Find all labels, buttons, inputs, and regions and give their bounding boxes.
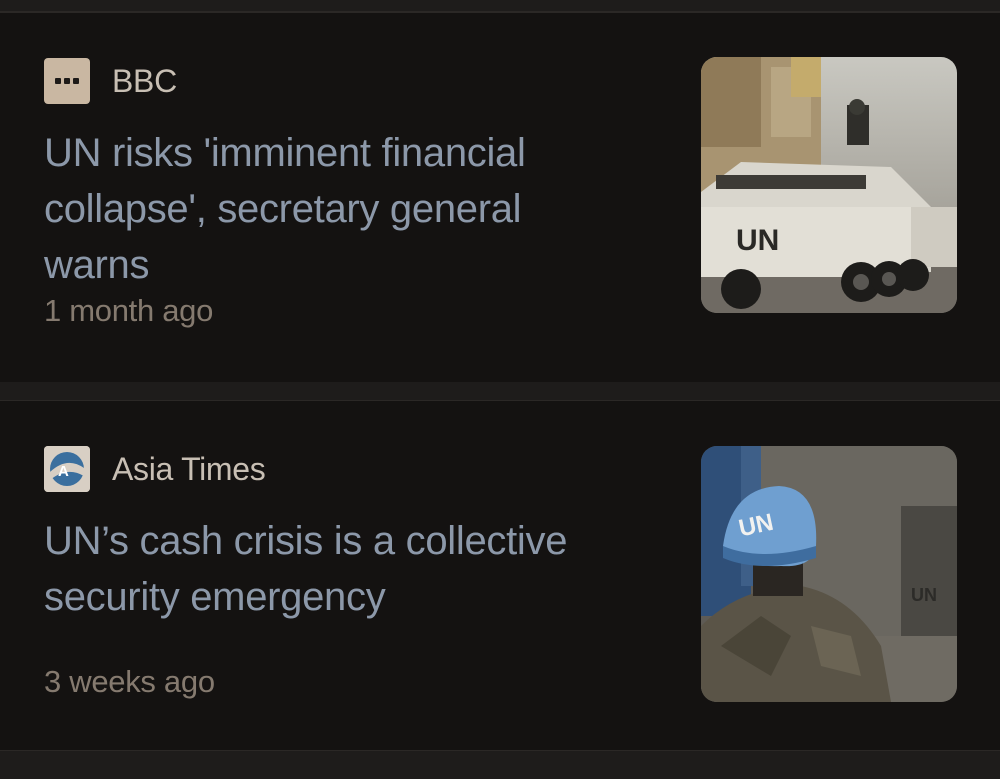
svg-text:UN: UN [911,585,937,605]
timestamp: 3 weeks ago [44,664,215,699]
vehicle-un-text: UN [736,224,779,257]
source-name: Asia Times [112,450,266,487]
top-divider [0,0,1000,13]
bottom-divider [0,750,1000,779]
un-armored-vehicle-image[interactable]: UN [701,57,957,313]
source-row: BBC [44,58,177,104]
news-card-asia-times[interactable]: A Asia Times UN’s cash crisis is a colle… [0,401,1000,750]
source-row: A Asia Times [44,446,266,492]
timestamp: 1 month ago [44,293,214,328]
news-card-bbc[interactable]: BBC UN risks 'imminent financial collaps… [0,13,1000,382]
svg-text:A: A [58,463,69,480]
source-name: BBC [112,62,177,99]
card-separator [0,382,1000,401]
bbc-logo-icon [44,58,90,104]
headline[interactable]: UN’s cash crisis is a collective securit… [44,513,624,625]
un-peacekeeper-helmet-image[interactable]: UN UN [701,446,957,702]
asia-times-logo-icon: A [44,446,90,492]
headline[interactable]: UN risks 'imminent financial collapse', … [44,125,624,293]
